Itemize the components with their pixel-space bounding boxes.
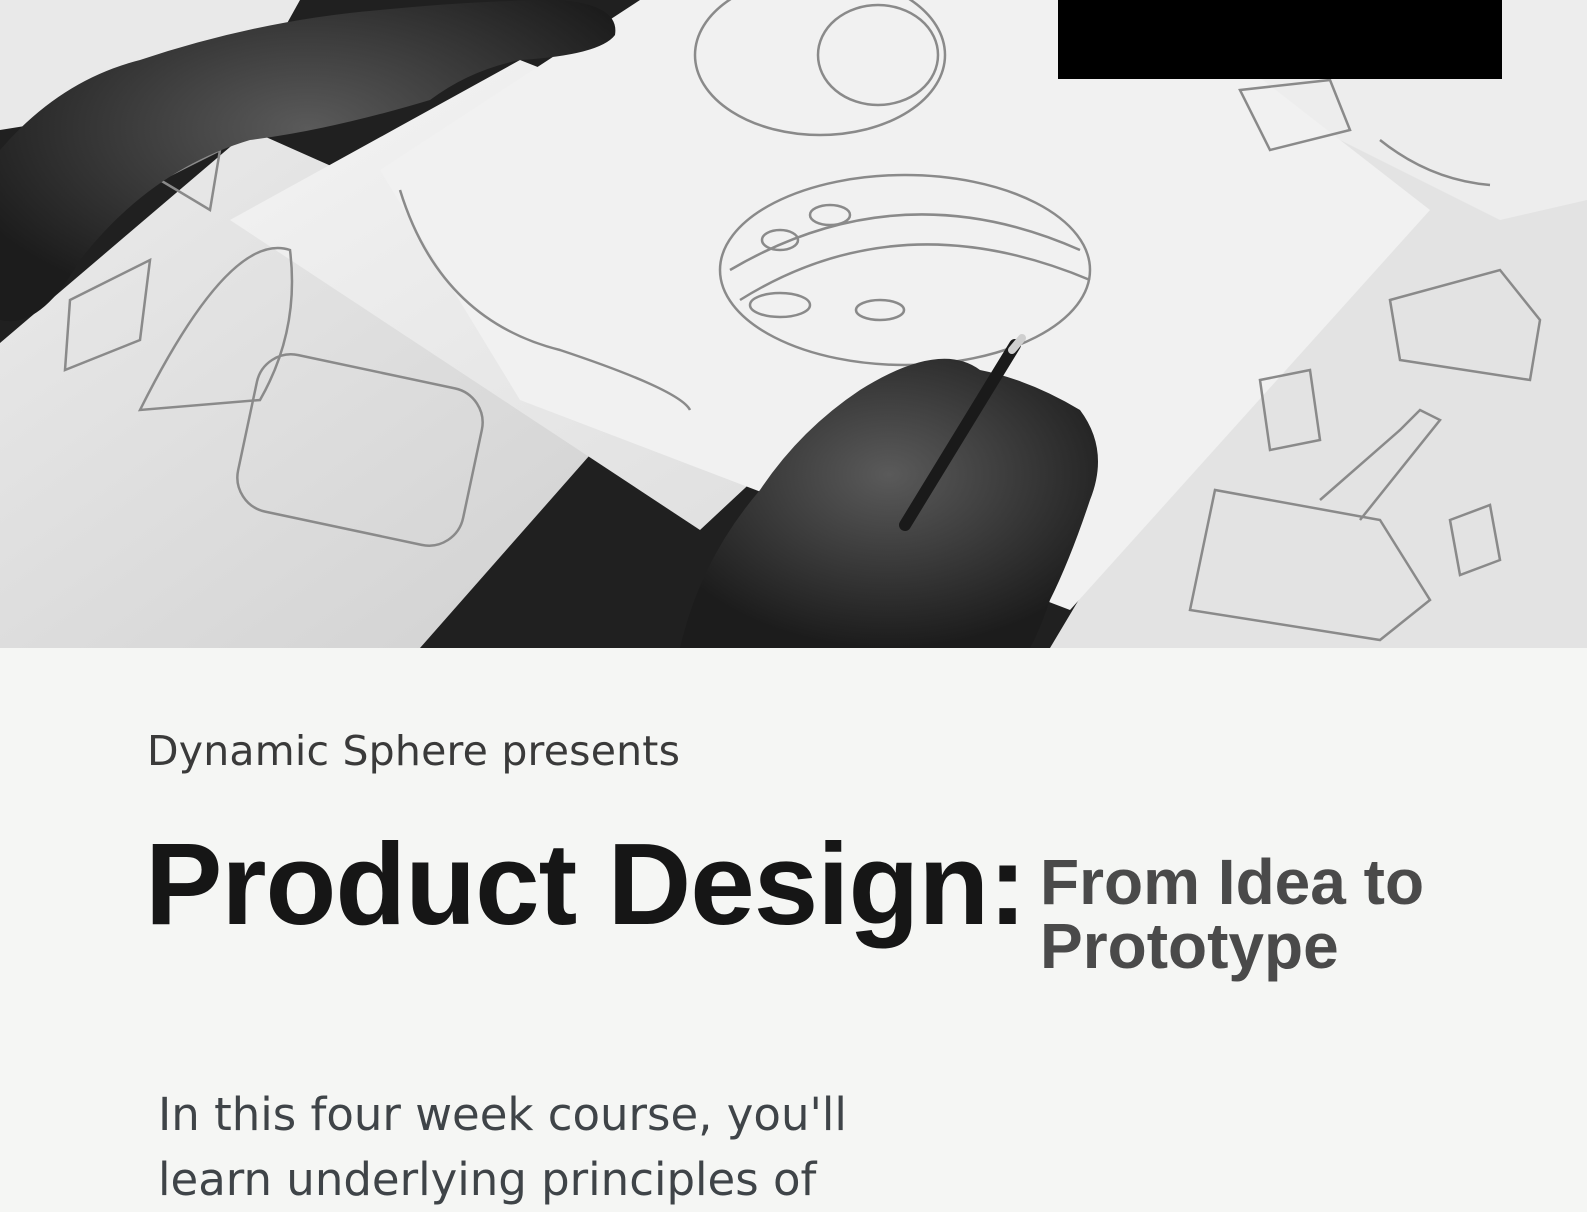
course-description: In this four week course, you'll learn u…	[158, 1088, 847, 1206]
page-title: Product Design:	[145, 819, 1027, 949]
presenter-line: Dynamic Sphere presents	[147, 727, 681, 775]
sketching-hands-photo-icon	[0, 0, 1587, 648]
hero-photo	[0, 0, 1587, 648]
page-subtitle: From Idea to Prototype	[1040, 846, 1425, 982]
redaction-block	[1058, 0, 1502, 79]
